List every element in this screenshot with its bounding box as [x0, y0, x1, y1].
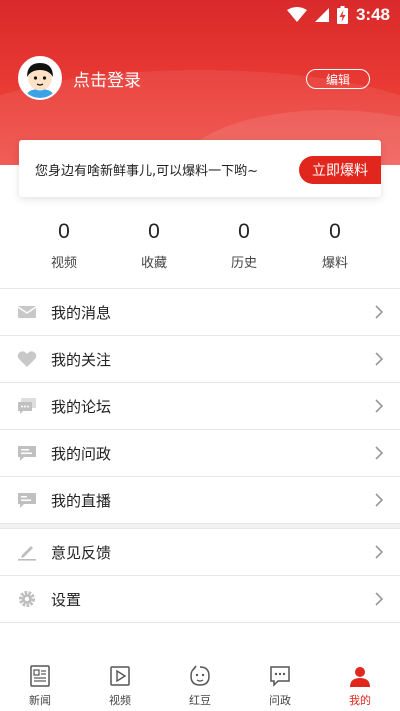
menu-list: 我的消息 我的关注 我的论坛 我的问政 我的直播 意见反馈 设置 [0, 289, 400, 623]
bottom-nav: 新闻 视频 红豆 问政 我的 [0, 660, 400, 711]
nav-tab-mine[interactable]: 我的 [320, 660, 400, 711]
envelope-icon [17, 306, 37, 318]
menu-item-forum[interactable]: 我的论坛 [0, 383, 400, 430]
menu-item-messages[interactable]: 我的消息 [0, 289, 400, 336]
menu-item-wenzheng[interactable]: 我的问政 [0, 430, 400, 477]
nav-tab-hongdou[interactable]: 红豆 [160, 660, 240, 711]
chevron-right-icon [375, 592, 384, 606]
stat-value: 0 [58, 220, 70, 243]
profile-page: 3:48 点击登录 编辑 您身边有啥新鲜事儿,可以爆料一下哟~ 立即爆料 0 视… [0, 0, 400, 711]
live-icon [18, 493, 36, 508]
menu-item-label: 设置 [51, 591, 82, 609]
feedback-icon [18, 546, 36, 561]
menu-item-label: 意见反馈 [51, 544, 112, 562]
tip-text: 您身边有啥新鲜事儿,可以爆料一下哟~ [35, 164, 259, 179]
news-icon [30, 665, 50, 687]
wenzheng-icon [270, 666, 290, 687]
login-link[interactable]: 点击登录 [73, 66, 141, 91]
battery-charging-icon [336, 6, 348, 24]
menu-item-label: 我的消息 [51, 304, 112, 322]
chevron-right-icon [375, 493, 384, 507]
menu-item-live[interactable]: 我的直播 [0, 477, 400, 524]
nav-label: 新闻 [29, 694, 51, 707]
nav-label: 我的 [349, 694, 371, 707]
stat-videos[interactable]: 0 视频 [19, 218, 109, 271]
menu-item-settings[interactable]: 设置 [0, 576, 400, 623]
stat-value: 0 [329, 220, 341, 243]
stat-value: 0 [148, 220, 160, 243]
chevron-right-icon [375, 352, 384, 366]
chevron-right-icon [375, 446, 384, 460]
heart-icon [17, 351, 37, 367]
menu-item-label: 我的直播 [51, 492, 112, 510]
chevron-right-icon [375, 545, 384, 559]
wifi-icon [286, 7, 307, 22]
avatar[interactable] [18, 56, 62, 100]
nav-label: 视频 [109, 694, 131, 707]
profile-icon [350, 667, 370, 687]
stat-reports[interactable]: 0 爆料 [290, 218, 380, 271]
stat-label: 视频 [50, 256, 77, 271]
stat-label: 历史 [230, 256, 257, 271]
forum-icon [18, 398, 36, 414]
menu-item-feedback[interactable]: 意见反馈 [0, 529, 400, 576]
video-icon [110, 666, 130, 686]
stat-favorites[interactable]: 0 收藏 [109, 218, 199, 271]
nav-tab-video[interactable]: 视频 [80, 660, 160, 711]
menu-item-label: 我的问政 [51, 445, 112, 463]
menu-item-label: 我的论坛 [51, 398, 112, 416]
signal-icon [314, 8, 329, 22]
stat-history[interactable]: 0 历史 [199, 218, 289, 271]
chevron-right-icon [375, 399, 384, 413]
nav-tab-news[interactable]: 新闻 [0, 660, 80, 711]
chat-icon [18, 446, 36, 461]
chevron-right-icon [375, 305, 384, 319]
edit-button[interactable]: 编辑 [306, 69, 370, 89]
nav-label: 红豆 [189, 694, 211, 707]
nav-tab-wenzheng[interactable]: 问政 [240, 660, 320, 711]
stat-label: 收藏 [140, 256, 167, 271]
stat-value: 0 [238, 220, 250, 243]
menu-item-follows[interactable]: 我的关注 [0, 336, 400, 383]
menu-item-label: 我的关注 [51, 351, 112, 369]
status-time: 3:48 [355, 5, 390, 24]
stats-row: 0 视频 0 收藏 0 历史 0 爆料 [0, 218, 400, 276]
report-now-button[interactable]: 立即爆料 [299, 156, 381, 184]
hongdou-icon [190, 665, 210, 686]
status-bar: 3:48 [0, 0, 400, 30]
tip-card: 您身边有啥新鲜事儿,可以爆料一下哟~ 立即爆料 [19, 140, 381, 197]
avatar-cartoon-icon [20, 58, 60, 98]
stat-label: 爆料 [321, 256, 348, 271]
nav-label: 问政 [269, 694, 291, 707]
settings-icon [19, 591, 35, 607]
